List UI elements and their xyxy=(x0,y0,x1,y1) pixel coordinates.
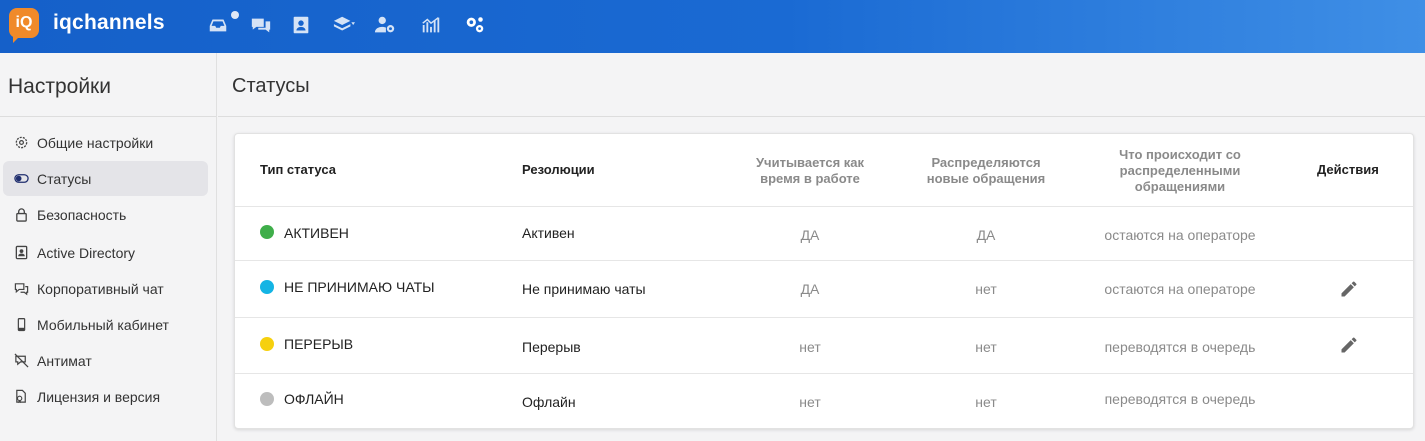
logo-text: iQ xyxy=(15,14,33,31)
sidebar-item-security[interactable]: Безопасность xyxy=(3,197,208,232)
contact-book-icon xyxy=(13,245,29,261)
sidebar-item-label: Статусы xyxy=(37,170,92,187)
row-divider xyxy=(235,206,1413,207)
header-actions: Действия xyxy=(1317,162,1379,177)
header-line: Что происходит со xyxy=(1119,147,1241,162)
header-resolutions: Резолюции xyxy=(522,162,595,177)
what-happens-value: переводятся в очередь xyxy=(1104,339,1256,355)
status-name: ОФЛАЙН xyxy=(284,391,344,407)
layers-icon[interactable] xyxy=(331,12,357,38)
edit-icon[interactable] xyxy=(1339,279,1359,299)
status-dot xyxy=(260,337,274,351)
resolution: Активен xyxy=(522,225,575,241)
resolution: Перерыв xyxy=(522,339,581,355)
contacts-icon[interactable] xyxy=(288,12,314,38)
row-divider xyxy=(235,260,1413,261)
brand-name: iqchannels xyxy=(53,11,165,34)
header-line: Распределяются xyxy=(931,155,1041,170)
status-dot xyxy=(260,280,274,294)
sidebar-title: Настройки xyxy=(8,75,111,98)
sidebar-item-antimat[interactable]: Антимат xyxy=(3,343,208,378)
sidebar-item-label: Общие настройки xyxy=(37,134,154,151)
header-line: обращениями xyxy=(1134,179,1226,194)
status-dot xyxy=(260,225,274,239)
sidebar-item-license[interactable]: Лицензия и версия xyxy=(3,379,208,414)
header-what-happens: Что происходит со распределенными обраще… xyxy=(1090,147,1270,195)
top-bar: iQ iqchannels xyxy=(0,0,1425,53)
header-line: новые обращения xyxy=(926,171,1046,186)
license-icon xyxy=(13,389,29,405)
work-time-value: нет xyxy=(799,339,821,355)
sidebar-item-corporate-chat[interactable]: Корпоративный чат xyxy=(3,271,208,306)
header-line: время в работе xyxy=(760,171,860,186)
analytics-icon[interactable] xyxy=(418,12,444,38)
notification-dot xyxy=(231,11,239,19)
sidebar-item-label: Active Directory xyxy=(37,244,136,261)
sidebar-item-label: Безопасность xyxy=(37,206,127,223)
distributed-value: нет xyxy=(975,281,997,297)
statuses-table: Тип статуса Резолюции Учитывается как вр… xyxy=(234,133,1414,429)
chat-icon xyxy=(13,281,29,297)
distributed-value: нет xyxy=(975,339,997,355)
sidebar-item-mobile-cabinet[interactable]: Мобильный кабинет xyxy=(3,307,208,342)
logo-tail xyxy=(13,33,23,43)
inbox-icon[interactable] xyxy=(205,12,231,38)
antimat-icon xyxy=(13,353,29,369)
gear-icon xyxy=(13,135,29,151)
sidebar: Настройки Общие настройки Статусы Безопа… xyxy=(0,53,217,441)
sidebar-item-label: Мобильный кабинет xyxy=(37,316,169,333)
header-line: Учитывается как xyxy=(755,155,865,170)
divider xyxy=(0,116,216,117)
header-line: распределенными xyxy=(1119,163,1241,178)
work-time-value: ДА xyxy=(800,227,820,243)
status-name: НЕ ПРИНИМАЮ ЧАТЫ xyxy=(284,279,435,295)
chats-icon[interactable] xyxy=(248,12,274,38)
sidebar-item-statuses[interactable]: Статусы xyxy=(3,161,208,196)
sidebar-item-label: Лицензия и версия xyxy=(37,388,161,405)
what-happens-value: переводятся в очередь xyxy=(1104,391,1256,407)
sidebar-item-active-directory[interactable]: Active Directory xyxy=(3,235,208,270)
what-happens-value: остаются на операторе xyxy=(1104,281,1256,297)
lock-icon xyxy=(13,207,29,223)
users-settings-icon[interactable] xyxy=(372,12,398,38)
status-dot xyxy=(260,392,274,406)
row-divider xyxy=(235,373,1413,374)
work-time-value: нет xyxy=(799,394,821,410)
settings-icon[interactable] xyxy=(462,12,488,38)
page-title: Статусы xyxy=(232,75,310,97)
mobile-icon xyxy=(13,317,29,333)
row-divider xyxy=(235,317,1413,318)
sidebar-item-label: Корпоративный чат xyxy=(37,280,164,297)
toggle-icon xyxy=(13,171,29,187)
distributed-value: ДА xyxy=(976,227,996,243)
resolution: Не принимаю чаты xyxy=(522,281,646,297)
what-happens-value: остаются на операторе xyxy=(1104,227,1256,243)
resolution: Офлайн xyxy=(522,394,576,410)
sidebar-item-general[interactable]: Общие настройки xyxy=(3,125,208,160)
distributed-value: нет xyxy=(975,394,997,410)
header-work-time: Учитывается как время в работе xyxy=(730,155,890,187)
work-time-value: ДА xyxy=(800,281,820,297)
sidebar-item-label: Антимат xyxy=(37,352,92,369)
status-name: АКТИВЕН xyxy=(284,225,349,241)
edit-icon[interactable] xyxy=(1339,335,1359,355)
header-status-type: Тип статуса xyxy=(260,162,336,177)
header-distributed: Распределяются новые обращения xyxy=(906,155,1066,187)
divider xyxy=(218,116,1425,117)
status-name: ПЕРЕРЫВ xyxy=(284,336,354,352)
